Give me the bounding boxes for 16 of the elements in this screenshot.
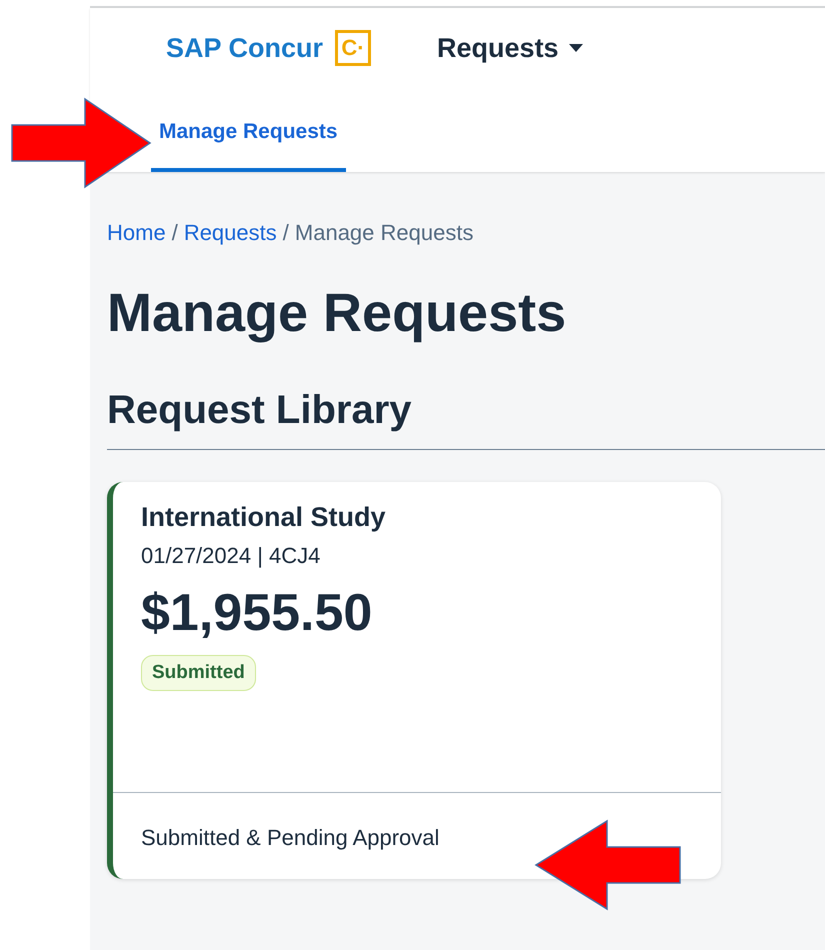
request-card[interactable]: International Study 01/27/2024 | 4CJ4 $1,955.50 Submitted Submitted & Pending Approval — [107, 482, 721, 879]
status-badge: Submitted — [141, 655, 256, 691]
breadcrumb-separator: / — [282, 220, 289, 246]
breadcrumb-current: Manage Requests — [294, 220, 474, 246]
logo-mark: C· — [335, 30, 372, 66]
nav-menu[interactable]: Requests — [437, 32, 583, 64]
tab[interactable]: Manage Requests — [151, 120, 346, 172]
logo-text[interactable]: SAP Concur — [166, 32, 324, 64]
request-meta: 01/27/2024 | 4CJ4 — [141, 543, 320, 569]
page-title: Manage Requests — [107, 282, 568, 344]
breadcrumb-separator: / — [172, 220, 178, 246]
breadcrumb-link[interactable]: Home — [107, 220, 166, 246]
request-title: International Study — [141, 502, 386, 533]
section-title: Request Library — [107, 388, 825, 450]
request-amount: $1,955.50 — [141, 583, 372, 643]
breadcrumb-link[interactable]: Requests — [184, 220, 277, 246]
